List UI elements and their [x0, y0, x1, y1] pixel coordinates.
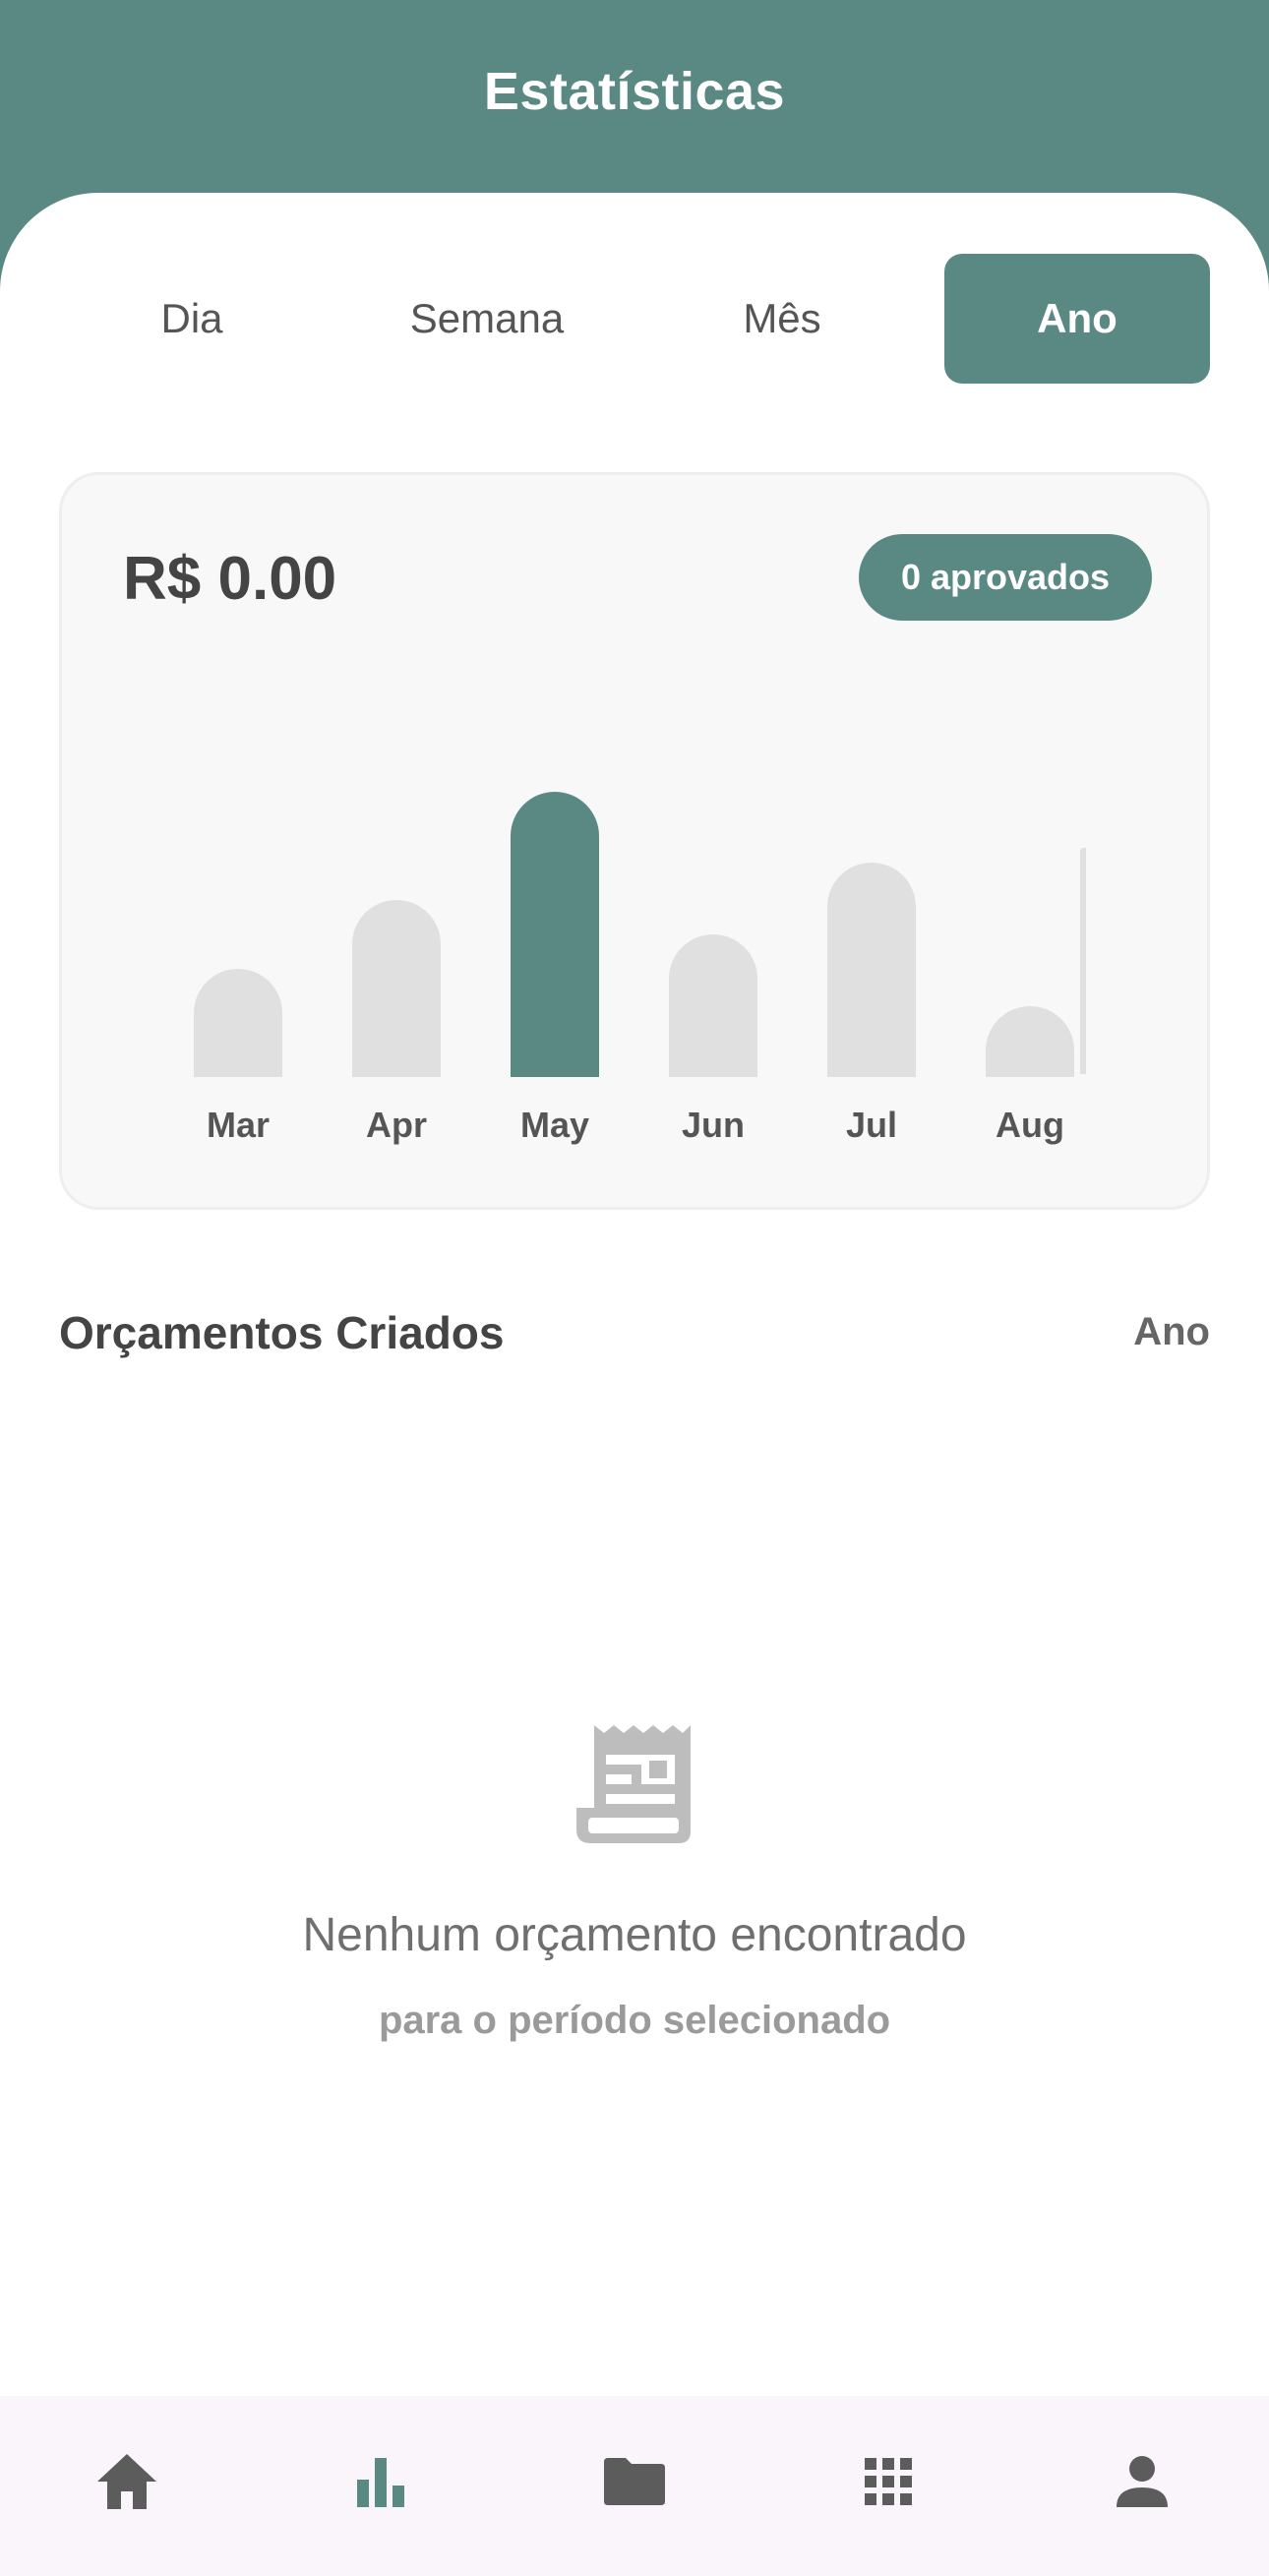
chart-bar-aug[interactable] — [986, 1006, 1074, 1077]
person-icon — [1117, 2456, 1168, 2507]
section-filter-ano[interactable]: Ano — [1133, 1310, 1210, 1354]
bar-chart-icon — [357, 2458, 404, 2507]
chart-bar-jul[interactable] — [827, 863, 916, 1077]
tab-ano[interactable]: Ano — [944, 254, 1210, 384]
chart-bar-apr[interactable] — [352, 900, 441, 1077]
period-tabs: Dia Semana Mês Ano — [59, 254, 1210, 384]
chart-label-jul: Jul — [845, 1105, 897, 1145]
receipt-icon — [576, 1725, 691, 1843]
tab-semana[interactable]: Semana — [354, 254, 620, 384]
home-icon — [97, 2454, 156, 2509]
chart-label-aug: Aug — [996, 1105, 1064, 1145]
stats-card: R$ 0.00 0 aprovados Mar Apr May Jun Jul Aug — [59, 472, 1210, 1210]
nav-apps[interactable] — [844, 2437, 933, 2526]
apps-grid-icon — [865, 2458, 912, 2505]
nav-folder[interactable] — [590, 2437, 679, 2526]
chart-label-apr: Apr — [366, 1105, 427, 1145]
chart-bar-may[interactable] — [511, 792, 599, 1077]
empty-state-title: Nenhum orçamento encontrado — [302, 1909, 967, 1961]
monthly-bar-chart: Mar Apr May Jun Jul Aug — [62, 475, 1213, 1213]
nav-profile[interactable] — [1098, 2437, 1186, 2526]
chart-bar-mar[interactable] — [194, 969, 282, 1077]
chart-bar-partial — [1080, 848, 1086, 1074]
tab-dia[interactable]: Dia — [59, 254, 325, 384]
chart-bar-jun[interactable] — [669, 934, 757, 1077]
chart-label-mar: Mar — [206, 1105, 271, 1145]
chart-label-jun: Jun — [681, 1105, 745, 1145]
bottom-navigation — [0, 2396, 1269, 2576]
nav-statistics[interactable] — [336, 2437, 425, 2526]
empty-state-subtitle: para o período selecionado — [378, 1999, 891, 2042]
folder-icon — [604, 2458, 665, 2505]
chart-label-may: May — [519, 1105, 590, 1145]
nav-home[interactable] — [83, 2437, 171, 2526]
section-title: Orçamentos Criados — [59, 1307, 505, 1358]
page-title: Estatísticas — [483, 62, 786, 121]
tab-mes[interactable]: Mês — [649, 254, 915, 384]
